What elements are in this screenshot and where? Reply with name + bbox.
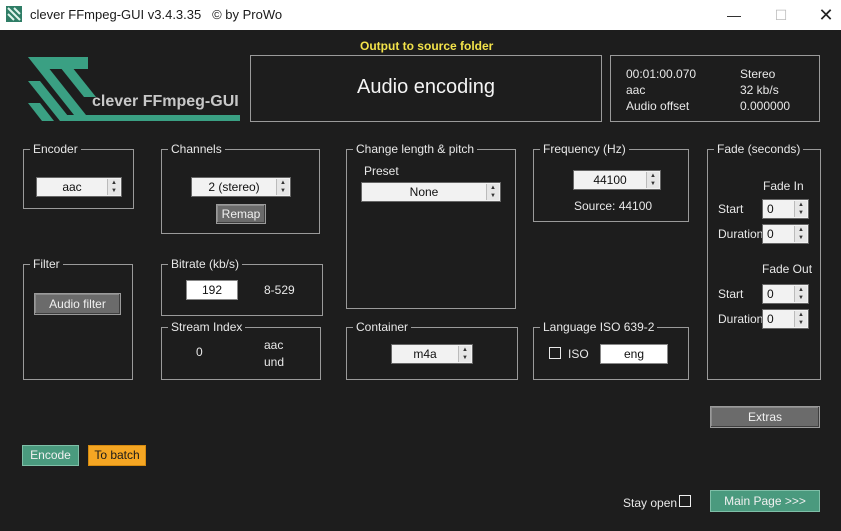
stream-index-label: Stream Index [168,320,246,334]
channels-label: Channels [168,142,225,156]
preset-select[interactable]: None ▲ ▼ [361,182,501,202]
spin-arrows-icon[interactable]: ▲ ▼ [107,179,120,195]
logo-text: clever FFmpeg-GUI [92,93,239,110]
filter-group: Filter Audio filter [23,257,133,380]
spin-arrows-icon[interactable]: ▲ ▼ [794,311,807,327]
stay-open-label: Stay open [623,496,678,510]
preset-label: Preset [364,164,399,178]
frequency-select[interactable]: 44100 ▲ ▼ [573,170,661,190]
container-group: Container m4a ▲ ▼ [346,320,518,380]
bitrate-input[interactable]: 192 [186,280,238,300]
fade-in-start-label: Start [718,202,744,216]
stream-index-value: 0 [196,345,203,359]
to-batch-button[interactable]: To batch [88,445,146,466]
fade-in-duration-label: Duration [718,227,764,241]
spin-arrows-icon[interactable]: ▲ ▼ [794,286,807,302]
stream-codec-text: aac [264,338,284,352]
container-value: m4a [413,347,437,361]
spin-arrows-icon[interactable]: ▲ ▼ [646,172,659,188]
filter-label: Filter [30,257,63,271]
spin-arrows-icon[interactable]: ▲ ▼ [794,201,807,217]
extras-button[interactable]: Extras [710,406,820,428]
stream-lang-text: und [264,355,285,369]
container-select[interactable]: m4a ▲ ▼ [391,344,473,364]
encode-button[interactable]: Encode [22,445,79,466]
fade-group: Fade (seconds) Fade In Start 0 ▲ ▼ Durati… [707,142,821,380]
spin-arrows-icon[interactable]: ▲ ▼ [458,346,471,362]
fade-out-start-label: Start [718,287,744,301]
duration-text: 00:01:00.070 [626,67,697,81]
audio-offset-value: 0.000000 [740,99,791,113]
encoder-group: Encoder aac ▲ ▼ [23,142,134,209]
title-bar: clever FFmpeg-GUI v3.4.3.35 © by ProWo —… [0,0,841,30]
frequency-source-text: Source: 44100 [574,199,653,213]
mode-panel: Audio encoding [250,55,602,122]
fade-out-duration-value: 0 [767,312,774,326]
spin-arrows-icon[interactable]: ▲ ▼ [794,226,807,242]
app-logo-icon [6,6,22,22]
fade-out-start-value: 0 [767,287,774,301]
minimize-icon[interactable]: — [711,0,757,30]
audio-offset-label: Audio offset [626,99,690,113]
encoder-value: aac [62,180,82,194]
stream-index-group: Stream Index 0 aac und [161,320,321,380]
frequency-value: 44100 [593,173,627,187]
iso-checkbox[interactable] [549,347,561,359]
change-length-label: Change length & pitch [353,142,478,156]
output-location-label: Output to source folder [360,39,494,53]
frequency-label: Frequency (Hz) [540,142,629,156]
fade-out-duration-label: Duration [718,312,764,326]
spin-arrows-icon[interactable]: ▲ ▼ [486,184,499,200]
channels-mode-text: Stereo [740,67,776,81]
fade-out-duration-spinner[interactable]: 0 ▲ ▼ [762,309,809,329]
main-page-button[interactable]: Main Page >>> [710,490,820,512]
language-input[interactable]: eng [600,344,668,364]
fade-in-start-value: 0 [767,202,774,216]
language-label: Language ISO 639-2 [540,320,658,334]
container-label: Container [353,320,412,334]
fade-out-start-spinner[interactable]: 0 ▲ ▼ [762,284,809,304]
channels-value: 2 (stereo) [208,180,260,194]
window-title: clever FFmpeg-GUI v3.4.3.35 © by ProWo [30,7,283,22]
fade-in-duration-value: 0 [767,227,774,241]
encoder-label: Encoder [30,142,81,156]
preset-value: None [409,185,439,199]
bitrate-label: Bitrate (kb/s) [168,257,243,271]
spin-arrows-icon[interactable]: ▲ ▼ [276,179,289,195]
media-info-panel: 00:01:00.070 Stereo aac 32 kb/s Audio of… [610,55,820,122]
close-icon[interactable]: ✕ [803,0,841,30]
fade-in-label: Fade In [763,179,804,193]
mode-title: Audio encoding [357,76,495,98]
language-group: Language ISO 639-2 ISO eng [533,320,689,380]
fade-in-start-spinner[interactable]: 0 ▲ ▼ [762,199,809,219]
bitrate-text: 32 kb/s [740,83,779,97]
bitrate-range-text: 8-529 [264,283,295,297]
logo-mark-icon [28,57,240,121]
audio-filter-button[interactable]: Audio filter [34,293,121,315]
channels-select[interactable]: 2 (stereo) ▲ ▼ [191,177,291,197]
iso-label: ISO [568,347,589,361]
channels-group: Channels 2 (stereo) ▲ ▼ Remap [161,142,320,234]
bitrate-group: Bitrate (kb/s) 192 8-529 [161,257,323,316]
remap-button[interactable]: Remap [216,204,266,224]
fade-in-duration-spinner[interactable]: 0 ▲ ▼ [762,224,809,244]
fade-out-label: Fade Out [762,262,813,276]
stay-open-checkbox[interactable] [679,495,691,507]
app-logo: clever FFmpeg-GUI [24,55,244,125]
change-length-group: Change length & pitch Preset None ▲ ▼ [346,142,516,309]
frequency-group: Frequency (Hz) 44100 ▲ ▼ Source: 44100 [533,142,689,222]
encoder-select[interactable]: aac ▲ ▼ [36,177,122,197]
codec-text: aac [626,83,646,97]
fade-label: Fade (seconds) [714,142,804,156]
maximize-icon[interactable]: ☐ [758,0,804,30]
